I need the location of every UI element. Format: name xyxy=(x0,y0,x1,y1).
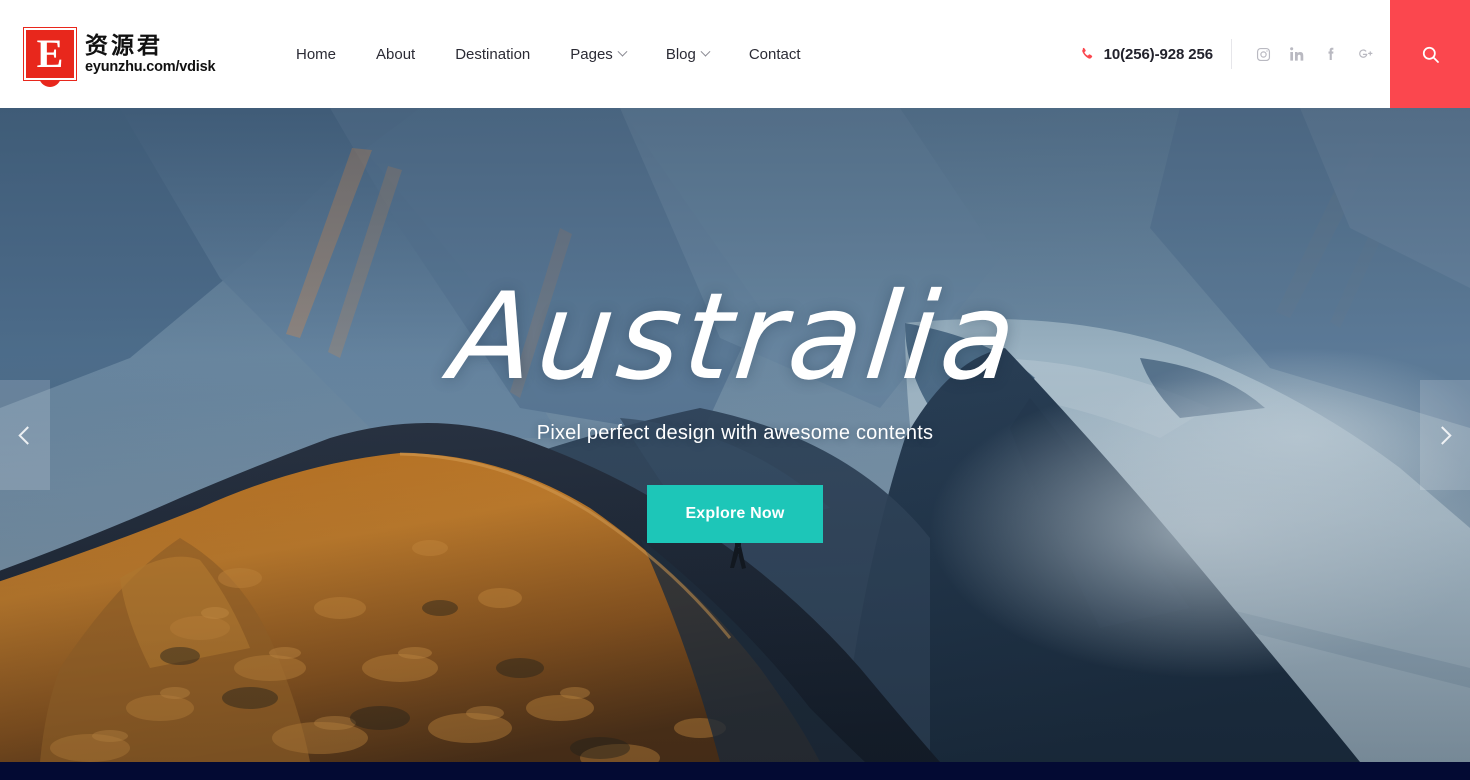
logo-letter: E xyxy=(36,31,64,76)
logo-brand-cn: 资源君 xyxy=(85,32,163,59)
hero-slider: Australia Pixel perfect design with awes… xyxy=(0,108,1470,762)
nav-label: Home xyxy=(296,45,337,63)
logo-text: 资源君 eyunzhu.com/vdisk xyxy=(85,32,216,75)
linkedin-icon[interactable] xyxy=(1280,37,1314,71)
nav-label: Destination xyxy=(455,45,531,63)
logo[interactable]: E 资源君 eyunzhu.com/vdisk xyxy=(24,28,234,80)
hero-subtitle: Pixel perfect design with awesome conten… xyxy=(536,422,934,444)
footer-strip xyxy=(0,762,1470,780)
nav-item-destination[interactable]: Destination xyxy=(435,38,550,71)
main-navigation: Home About Destination Pages Blog Contac… xyxy=(276,38,821,71)
logo-brand-url: eyunzhu.com/vdisk xyxy=(85,58,216,75)
nav-item-home[interactable]: Home xyxy=(276,38,356,71)
nav-item-pages[interactable]: Pages xyxy=(550,38,646,71)
hero-content: Australia Pixel perfect design with awes… xyxy=(0,108,1470,762)
nav-label: Pages xyxy=(570,45,613,63)
search-button[interactable] xyxy=(1390,0,1470,108)
instagram-icon[interactable] xyxy=(1246,37,1280,71)
header-right-group: 10(256)-928 256 xyxy=(1080,0,1470,108)
chevron-left-icon xyxy=(18,425,37,445)
slider-next-button[interactable] xyxy=(1420,380,1470,490)
facebook-icon[interactable] xyxy=(1314,37,1348,71)
nav-label: Contact xyxy=(748,45,801,63)
chevron-right-icon xyxy=(1433,425,1452,445)
nav-item-contact[interactable]: Contact xyxy=(729,38,821,71)
nav-item-blog[interactable]: Blog xyxy=(646,38,729,71)
search-icon xyxy=(1422,46,1439,63)
slider-prev-button[interactable] xyxy=(0,380,50,490)
nav-label: About xyxy=(376,45,416,63)
googleplus-icon[interactable] xyxy=(1348,37,1382,71)
explore-now-button[interactable]: Explore Now xyxy=(647,485,823,543)
nav-item-about[interactable]: About xyxy=(356,38,435,71)
phone-number: 10(256)-928 256 xyxy=(1103,45,1214,63)
chevron-down-icon xyxy=(700,46,711,57)
nav-label: Blog xyxy=(665,45,696,63)
logo-mark: E xyxy=(24,28,76,80)
chevron-down-icon xyxy=(617,46,628,57)
phone-icon xyxy=(1081,47,1092,59)
phone-block[interactable]: 10(256)-928 256 xyxy=(1080,39,1232,69)
site-header: E 资源君 eyunzhu.com/vdisk Home About Desti… xyxy=(0,0,1470,108)
social-links xyxy=(1232,37,1390,71)
hero-title: Australia xyxy=(444,268,1026,407)
